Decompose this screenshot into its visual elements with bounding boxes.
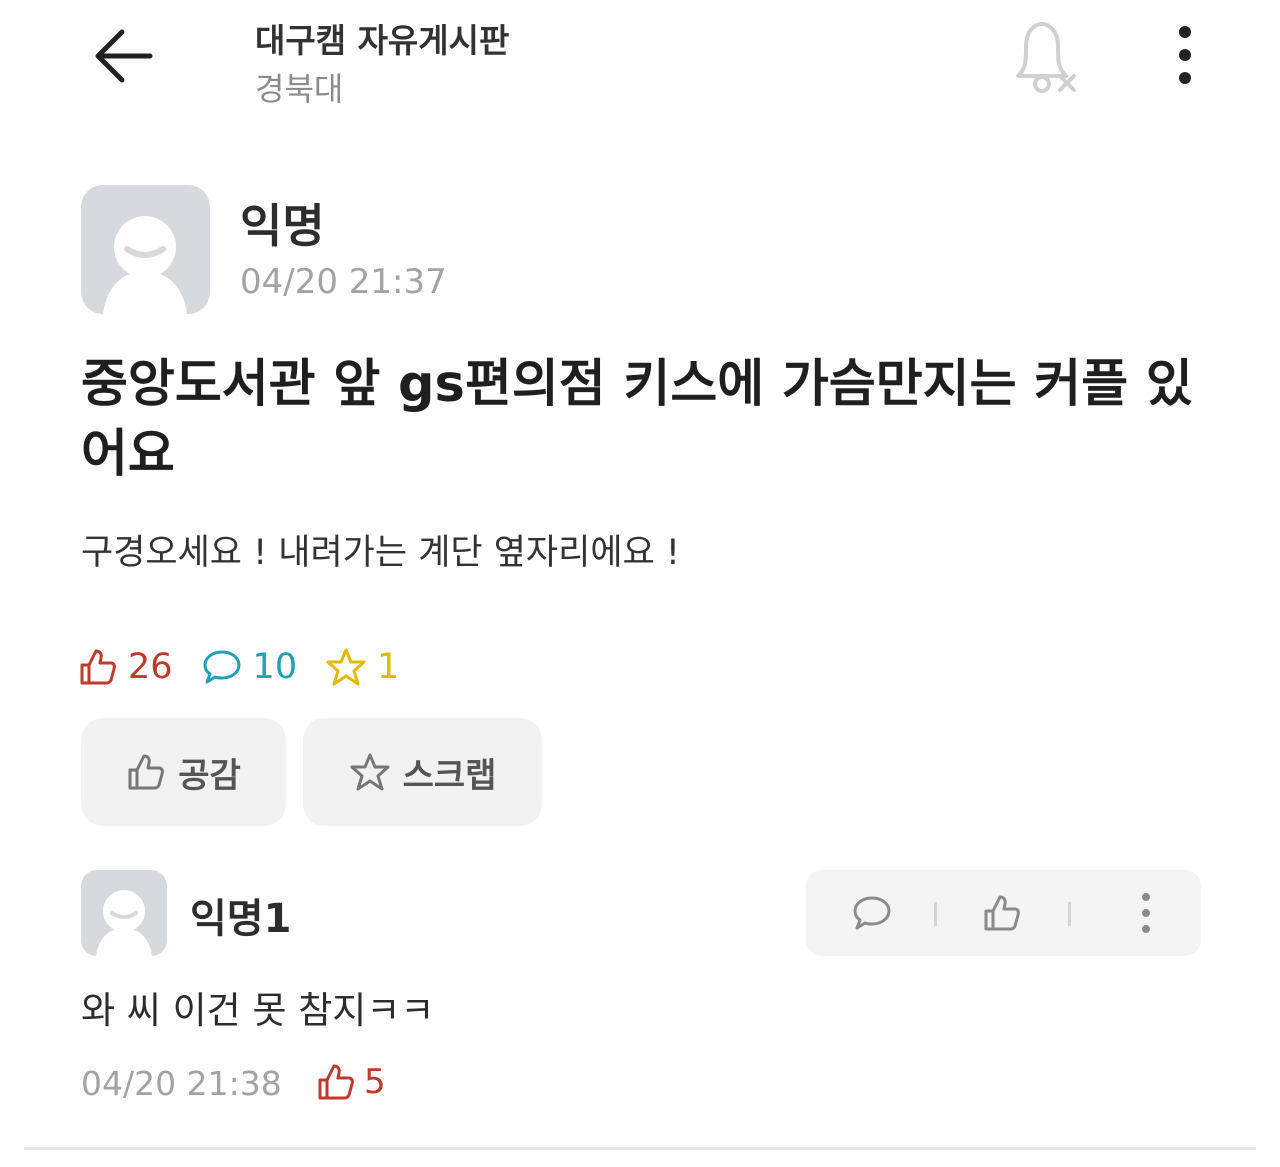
- thumbs-up-icon: [128, 754, 165, 790]
- post-author-name: 익명: [240, 199, 325, 253]
- comment-like-count: 5: [364, 1062, 386, 1102]
- like-count: 26: [128, 647, 173, 687]
- scrap-stat: 1: [325, 647, 399, 687]
- back-button[interactable]: [84, 20, 164, 92]
- notification-toggle[interactable]: [1008, 18, 1084, 98]
- more-options-button[interactable]: [1168, 22, 1202, 88]
- bell-off-icon: [1016, 22, 1076, 93]
- action-separator: [1068, 902, 1071, 926]
- comment-count: 10: [252, 647, 298, 687]
- comment-reply-button[interactable]: [826, 870, 918, 956]
- scrap-button-label: 스크랩: [402, 755, 497, 796]
- thumbs-up-icon: [984, 895, 1020, 931]
- scrap-count: 1: [377, 647, 400, 687]
- comment-author-avatar: [81, 870, 167, 956]
- arrow-left-icon: [95, 29, 153, 83]
- comment-more-button[interactable]: [1106, 870, 1186, 956]
- thumbs-up-icon: [80, 649, 116, 685]
- post-title: 중앙도서관 앞 gs편의점 키스에 가슴만지는 커플 있어요: [81, 355, 1193, 484]
- post-timestamp: 04/20 21:37: [240, 262, 447, 302]
- post-stats: 26 10 1: [78, 642, 427, 692]
- post-author-avatar: [81, 185, 210, 314]
- star-icon: [326, 648, 366, 686]
- board-school: 경북대: [255, 70, 344, 108]
- vertical-dots-icon: [1142, 893, 1150, 933]
- scrap-button[interactable]: 스크랩: [303, 718, 542, 826]
- speech-bubble-icon: [853, 896, 891, 930]
- comment-like-button[interactable]: [954, 870, 1050, 956]
- vertical-dots-icon: [1179, 26, 1191, 84]
- default-avatar-icon: [103, 216, 187, 314]
- board-title: 대구캠 자유게시판: [255, 21, 510, 60]
- comment-action-bar: [806, 870, 1201, 956]
- star-icon: [350, 753, 390, 791]
- post-body: 구경오세요 ! 내려가는 계단 옆자리에요 !: [81, 533, 680, 573]
- speech-bubble-icon: [203, 650, 241, 684]
- action-separator: [934, 902, 937, 926]
- comment-timestamp: 04/20 21:38: [81, 1064, 282, 1103]
- comment-stat: 10: [201, 647, 298, 687]
- divider: [24, 1147, 1256, 1150]
- like-stat: 26: [78, 647, 173, 687]
- comment-author-name: 익명1: [190, 896, 292, 942]
- comment-text: 와 씨 이건 못 참지ㅋㅋ: [81, 989, 435, 1032]
- thumbs-up-icon: [318, 1064, 354, 1100]
- like-button-label: 공감: [178, 755, 241, 796]
- default-avatar-icon: [96, 890, 152, 956]
- like-button[interactable]: 공감: [81, 718, 286, 826]
- comment-like-stat: 5: [316, 1062, 386, 1102]
